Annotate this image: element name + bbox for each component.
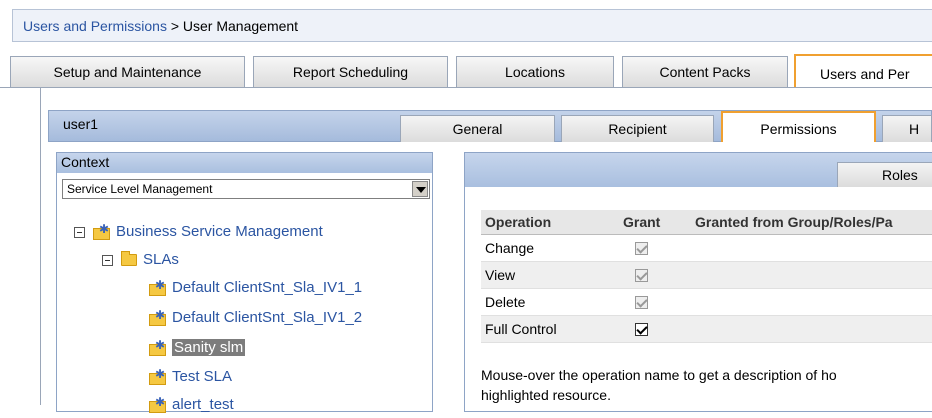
tree-item-label: Test SLA: [172, 368, 233, 385]
help-text-line: highlighted resource.: [481, 387, 611, 403]
column-header-granted-from: Granted from Group/Roles/Pa: [691, 210, 932, 235]
help-text-line: Mouse-over the operation name to get a d…: [481, 367, 837, 383]
tab-hierarchy[interactable]: H: [882, 115, 932, 142]
tree-item-sla-selected[interactable]: Sanity slm: [149, 338, 246, 361]
breadcrumb-separator: >: [170, 18, 180, 34]
tab-report-scheduling[interactable]: Report Scheduling: [253, 56, 448, 87]
tree-item-sla[interactable]: Default ClientSnt_Sla_IV1_2: [149, 308, 363, 331]
column-header-grant: Grant: [619, 210, 691, 235]
breadcrumb-current: User Management: [182, 18, 299, 34]
operation-name[interactable]: Full Control: [481, 315, 619, 343]
star-folder-icon: [149, 367, 167, 386]
star-folder-icon: [149, 308, 167, 327]
tab-locations[interactable]: Locations: [456, 56, 614, 87]
tree-item-sla[interactable]: Default ClientSnt_Sla_IV1_1: [149, 278, 363, 301]
tab-roles[interactable]: Roles: [837, 162, 932, 187]
table-row: Change: [481, 234, 932, 262]
chevron-down-icon[interactable]: [412, 181, 428, 197]
table-row: View: [481, 261, 932, 289]
tab-setup-and-maintenance[interactable]: Setup and Maintenance: [10, 56, 245, 87]
grant-checkbox-disabled: [635, 242, 648, 256]
permissions-panel: Roles Operation Grant Granted from Group…: [464, 152, 932, 412]
breadcrumb: Users and Permissions > User Management: [12, 9, 932, 42]
tree-item-label: SLAs: [143, 251, 179, 268]
context-select-value: Service Level Management: [67, 182, 213, 196]
collapse-icon[interactable]: [102, 254, 113, 266]
folder-icon: [121, 251, 137, 267]
table-row: Full Control: [481, 315, 932, 343]
tree-item-label: Default ClientSnt_Sla_IV1_1: [172, 279, 363, 296]
tab-permissions[interactable]: Permissions: [721, 111, 876, 142]
user-name: user1: [63, 116, 99, 132]
grant-checkbox-disabled: [635, 269, 648, 283]
context-header: Context: [57, 153, 432, 173]
tree-item-label: Sanity slm: [172, 339, 246, 356]
tree-item-slas[interactable]: SLAs: [102, 251, 179, 273]
star-folder-icon: [149, 338, 167, 357]
operation-name[interactable]: View: [481, 261, 619, 289]
tree-item-label: Default ClientSnt_Sla_IV1_2: [172, 309, 363, 326]
tab-recipient[interactable]: Recipient: [561, 115, 714, 142]
context-select[interactable]: Service Level Management: [62, 179, 430, 199]
tab-general[interactable]: General: [400, 115, 555, 142]
table-header-row: Operation Grant Granted from Group/Roles…: [481, 210, 932, 235]
grant-checkbox[interactable]: [635, 323, 648, 337]
tab-users-and-permissions[interactable]: Users and Per: [794, 54, 932, 88]
tree-item-sla[interactable]: alert_test: [149, 395, 234, 418]
star-folder-icon: [93, 222, 111, 241]
table-row: Delete: [481, 288, 932, 316]
star-folder-icon: [149, 395, 167, 414]
permissions-table: Operation Grant Granted from Group/Roles…: [481, 210, 932, 343]
permissions-header: Roles: [465, 153, 932, 187]
operation-name[interactable]: Delete: [481, 288, 619, 316]
context-panel: Context Service Level Management Busines…: [56, 152, 433, 414]
column-header-operation: Operation: [481, 210, 619, 235]
grant-checkbox-disabled: [635, 296, 648, 310]
tree-item-sla[interactable]: Test SLA: [149, 367, 233, 390]
tab-content-packs[interactable]: Content Packs: [622, 56, 788, 87]
tree-item-label: Business Service Management: [116, 223, 323, 240]
operation-name[interactable]: Change: [481, 234, 619, 262]
tree-item-business-service-management[interactable]: Business Service Management: [74, 222, 323, 245]
help-text: Mouse-over the operation name to get a d…: [481, 365, 932, 405]
collapse-icon[interactable]: [74, 226, 85, 238]
breadcrumb-link-users-and-permissions[interactable]: Users and Permissions: [23, 18, 167, 34]
star-folder-icon: [149, 278, 167, 297]
